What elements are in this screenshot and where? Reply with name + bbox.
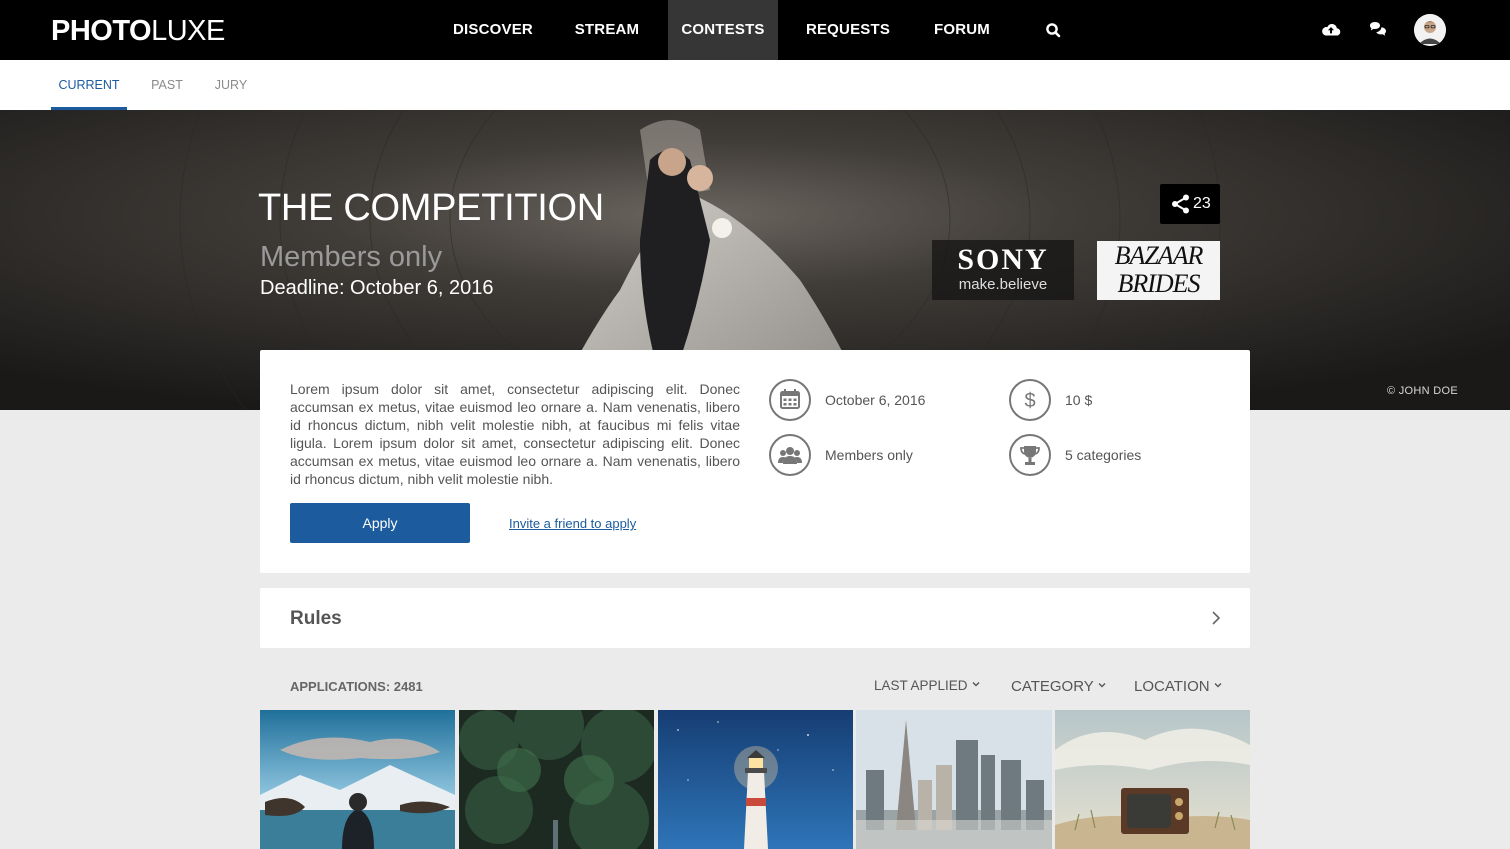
share-button[interactable]: 23 — [1160, 184, 1220, 224]
bazaar-wordmark: BAZAAR — [1114, 241, 1204, 270]
contest-access-info: Members only — [825, 447, 913, 463]
applications-count: APPLICATIONS: 2481 — [290, 679, 423, 694]
rules-label: Rules — [290, 608, 342, 629]
apply-button[interactable]: Apply — [290, 503, 470, 543]
application-thumbnail[interactable] — [459, 710, 654, 849]
filter-location-label: LOCATION — [1134, 678, 1210, 695]
tab-current[interactable]: CURRENT — [51, 60, 127, 110]
top-navbar: PHOTOLUXE DISCOVER STREAM CONTESTS REQUE… — [0, 0, 1510, 60]
invite-friend-link[interactable]: Invite a friend to apply — [509, 516, 636, 531]
brand-logo-bold: PHOTO — [51, 15, 152, 47]
nav-stream[interactable]: STREAM — [560, 0, 654, 60]
photo-credit: © JOHN DOE — [1387, 385, 1458, 397]
brand-logo-light: LUXE — [151, 15, 225, 47]
contest-description: Lorem ipsum dolor sit amet, consectetur … — [290, 381, 740, 487]
contest-fee: 10 $ — [1065, 392, 1093, 408]
filter-last-applied-label: LAST APPLIED — [874, 678, 968, 693]
tab-past[interactable]: PAST — [146, 60, 188, 110]
chevron-right-icon — [1212, 611, 1221, 625]
contest-date: October 6, 2016 — [825, 392, 926, 408]
nav-forum[interactable]: FORUM — [919, 0, 1005, 60]
rules-accordion[interactable]: Rules — [260, 588, 1250, 648]
svg-text:$: $ — [1024, 390, 1035, 412]
application-thumbnail[interactable] — [856, 710, 1052, 849]
group-icon — [769, 434, 811, 476]
application-thumbnail[interactable] — [1055, 710, 1250, 849]
cloud-upload-icon[interactable] — [1319, 18, 1343, 42]
sony-wordmark: SONY — [957, 243, 1049, 276]
nav-requests[interactable]: REQUESTS — [793, 0, 903, 60]
chevron-down-icon — [972, 682, 980, 687]
trophy-icon — [1009, 434, 1051, 476]
chat-icon[interactable] — [1366, 18, 1390, 42]
filter-category[interactable]: CATEGORY — [1011, 678, 1106, 695]
dollar-icon: $ — [1009, 379, 1051, 421]
contest-info-card: Lorem ipsum dolor sit amet, consectetur … — [260, 350, 1250, 573]
sony-tagline: make.believe — [958, 276, 1048, 293]
sponsor-logo-sony[interactable]: SONY make.believe — [932, 240, 1074, 300]
contest-subtabs: CURRENT PAST JURY — [0, 60, 1510, 110]
nav-discover[interactable]: DISCOVER — [439, 0, 547, 60]
filter-location[interactable]: LOCATION — [1134, 678, 1222, 695]
user-avatar[interactable] — [1414, 14, 1446, 46]
share-count: 23 — [1193, 195, 1211, 212]
contest-categories: 5 categories — [1065, 447, 1142, 463]
chevron-down-icon — [1214, 683, 1222, 688]
calendar-icon — [769, 379, 811, 421]
share-icon — [1172, 194, 1189, 214]
search-icon[interactable] — [1041, 18, 1065, 42]
sponsor-logo-bazaar-brides[interactable]: BAZAAR BRIDES — [1097, 241, 1220, 300]
nav-contests[interactable]: CONTESTS — [668, 0, 778, 60]
application-thumbnail[interactable] — [260, 710, 455, 849]
contest-title: THE COMPETITION — [258, 187, 604, 229]
contest-deadline: Deadline: October 6, 2016 — [260, 277, 494, 299]
filter-last-applied[interactable]: LAST APPLIED — [874, 678, 980, 693]
contest-access: Members only — [260, 241, 443, 273]
brand-logo[interactable]: PHOTOLUXE — [51, 14, 225, 48]
tab-jury[interactable]: JURY — [208, 60, 254, 110]
filter-category-label: CATEGORY — [1011, 678, 1094, 695]
chevron-down-icon — [1098, 683, 1106, 688]
application-thumbnail[interactable] — [658, 710, 853, 849]
brides-wordmark: BRIDES — [1117, 269, 1200, 298]
